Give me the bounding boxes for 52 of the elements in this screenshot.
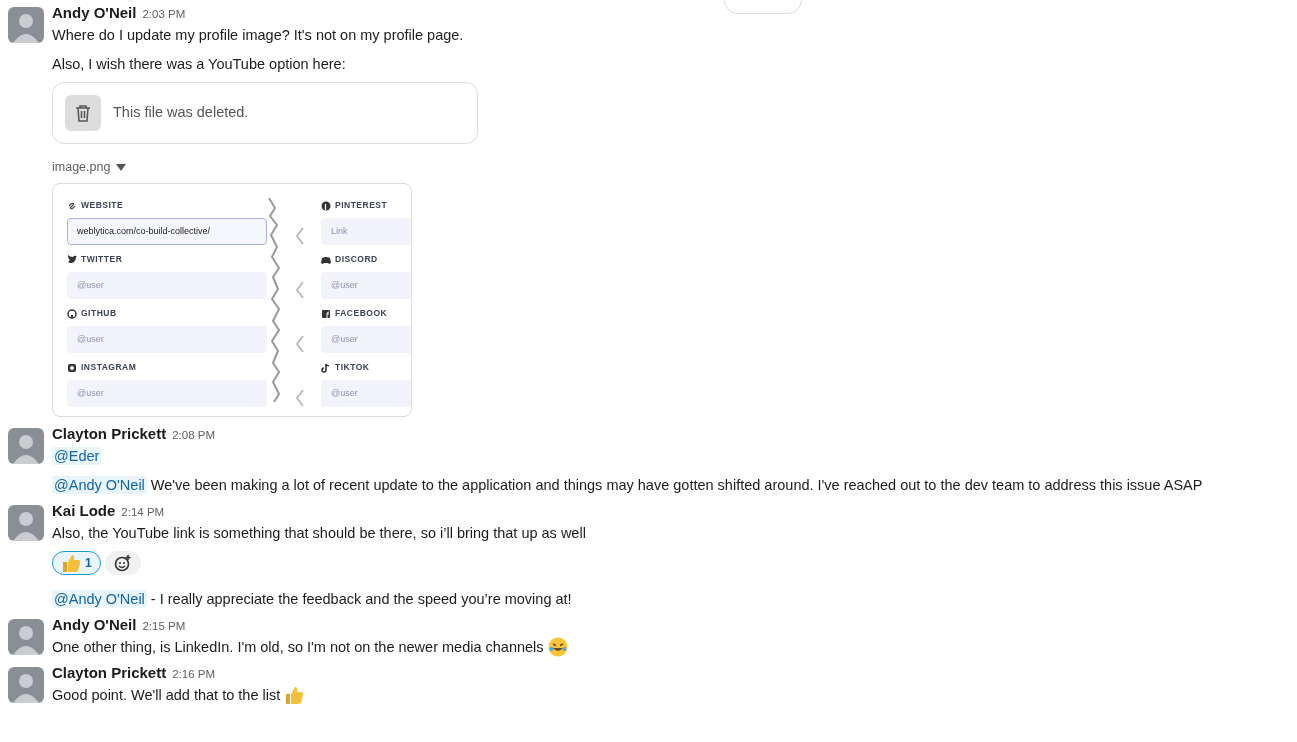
author-name[interactable]: Kai Lode <box>52 501 116 519</box>
author-name[interactable]: Andy O'Neil <box>52 615 137 633</box>
timestamp[interactable]: 2:14 PM <box>121 505 165 518</box>
round-logo-icon <box>321 200 331 211</box>
avatar-image[interactable] <box>8 7 44 43</box>
avatar-image[interactable] <box>8 618 44 655</box>
message-text: Where do I update my profile image? It's not on my profile page. <box>52 26 464 45</box>
avatar-image[interactable] <box>8 427 44 464</box>
square-logo-icon <box>321 308 331 319</box>
timestamp[interactable]: 2:15 PM <box>142 619 186 632</box>
avatar-image[interactable] <box>8 666 44 703</box>
deleted-file-text: This file was deleted. <box>113 103 249 123</box>
chain-link-icon <box>67 200 77 211</box>
camera-icon <box>67 362 77 373</box>
message-text: One other thing, is LinkedIn. I'm old, so I'm not on the newer media channels <box>52 637 544 657</box>
message-text: Also, the YouTube link is something that should be there, so i’ll bring that up as well <box>52 523 586 543</box>
input-field[interactable]: weblytica.com/co-build-collective/ <box>67 217 267 245</box>
mention-link[interactable]: @Eder <box>52 446 102 465</box>
mention-link[interactable]: @Andy O'Neil <box>52 589 147 608</box>
field-label: GITHUB <box>81 307 117 321</box>
round-logo-icon <box>67 308 77 319</box>
timestamp[interactable]: 2:16 PM <box>172 667 216 680</box>
bird-icon <box>67 254 77 265</box>
field-label: PINTEREST <box>335 199 388 213</box>
thumbs-up-icon <box>61 552 81 573</box>
caret-icon[interactable] <box>116 163 127 171</box>
field-label: DISCORD <box>335 253 378 267</box>
timestamp[interactable]: 2:08 PM <box>172 428 216 441</box>
field-label: TIKTOK <box>335 361 370 375</box>
trash-icon <box>65 95 101 131</box>
gamepad-icon <box>321 254 331 265</box>
add-emoji-icon <box>113 553 132 572</box>
avatar-image[interactable] <box>8 504 44 541</box>
message-text: - I really appreciate the feedback and the speed you’re moving at! <box>150 590 572 607</box>
author-name[interactable]: Andy O'Neil <box>52 4 137 21</box>
add-reaction-button[interactable] <box>104 550 141 575</box>
message-text: We've been making a lot of recent update to the application and things may have gotten shifted around. I've reached out to the dev team to address this issue ASAP <box>150 476 1203 493</box>
laughing-emoji-icon <box>547 636 568 657</box>
mention-link[interactable]: @Andy O'Neil <box>52 475 147 494</box>
music-note-icon <box>321 362 331 373</box>
field-label: TWITTER <box>81 253 123 267</box>
reaction-button[interactable]: 1 <box>52 550 101 575</box>
timestamp[interactable]: 2:03 PM <box>142 8 186 20</box>
author-name[interactable]: Clayton Prickett <box>52 424 167 442</box>
thumbs-up-icon <box>284 684 305 705</box>
file-name[interactable]: image.png <box>52 158 111 177</box>
message-text: Also, I wish there was a YouTube option here: <box>52 55 346 74</box>
field-label: WEBSITE <box>81 199 124 213</box>
field-label: FACEBOOK <box>335 307 388 321</box>
message-text: Good point. We'll add that to the list <box>52 685 281 705</box>
author-name[interactable]: Clayton Prickett <box>52 663 167 681</box>
field-label: INSTAGRAM <box>81 361 137 375</box>
